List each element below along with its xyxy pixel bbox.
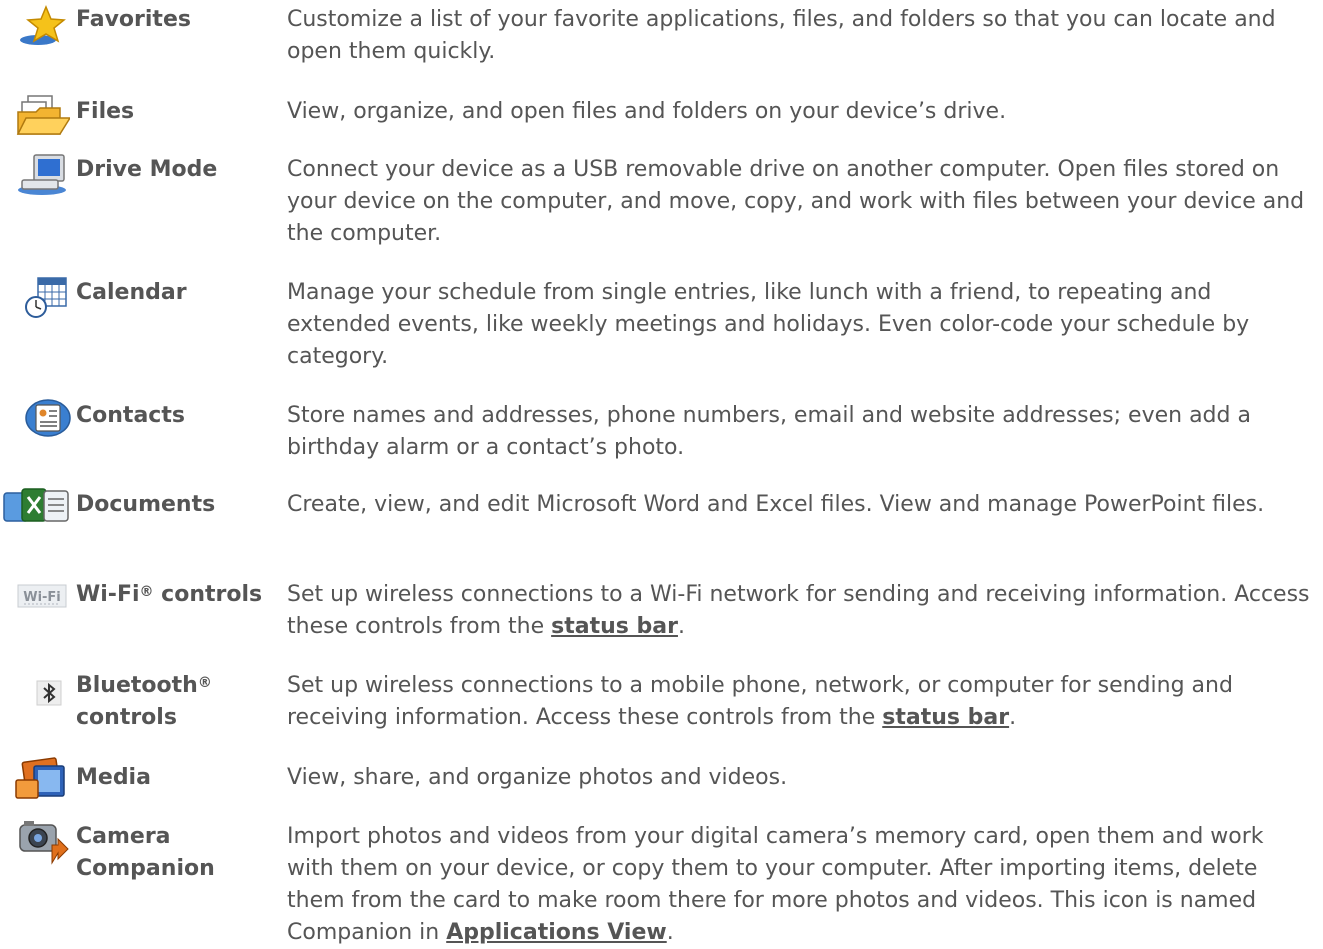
computer-drive-icon <box>14 152 74 200</box>
camera-companion-icon <box>14 817 74 865</box>
camera-companion-description: Import photos and videos from your digit… <box>287 824 1264 945</box>
contacts-card-icon <box>16 396 76 444</box>
favorites-label: Favorites <box>76 7 191 32</box>
wifi-controls-description: Set up wireless connections to a Wi-Fi n… <box>287 582 1310 639</box>
documents-icon <box>0 485 69 533</box>
files-folder-icon <box>14 94 74 142</box>
favorites-description: Customize a list of your favorite applic… <box>287 7 1276 64</box>
drive-mode-label: Drive Mode <box>76 157 218 182</box>
camera-companion-label: Camera Companion <box>76 824 215 881</box>
wifi-controls-label: Wi-Fi® controls <box>76 582 263 607</box>
calendar-clock-icon <box>16 275 76 323</box>
bluetooth-controls-description: Set up wireless connections to a mobile … <box>287 673 1233 730</box>
status-bar-link[interactable]: status bar <box>551 614 678 639</box>
documents-description: Create, view, and edit Microsoft Word an… <box>287 492 1265 517</box>
media-photos-icon <box>10 756 70 804</box>
contacts-description: Store names and addresses, phone numbers… <box>287 403 1251 460</box>
drive-mode-description: Connect your device as a USB removable d… <box>287 157 1305 246</box>
applications-view-link[interactable]: Applications View <box>446 920 667 945</box>
wifi-icon: Wi-Fi <box>14 579 74 627</box>
bluetooth-controls-label: Bluetooth® controls <box>76 673 212 730</box>
contacts-label: Contacts <box>76 403 185 428</box>
files-label: Files <box>76 99 135 124</box>
status-bar-link[interactable]: status bar <box>882 705 1009 730</box>
favorites-star-icon <box>16 4 76 52</box>
media-description: View, share, and organize photos and vid… <box>287 765 788 790</box>
calendar-label: Calendar <box>76 280 187 305</box>
files-description: View, organize, and open files and folde… <box>287 99 1007 124</box>
svg-text:Wi-Fi: Wi-Fi <box>23 590 61 605</box>
documents-label: Documents <box>76 492 216 517</box>
media-label: Media <box>76 765 151 790</box>
calendar-description: Manage your schedule from single entries… <box>287 280 1250 369</box>
